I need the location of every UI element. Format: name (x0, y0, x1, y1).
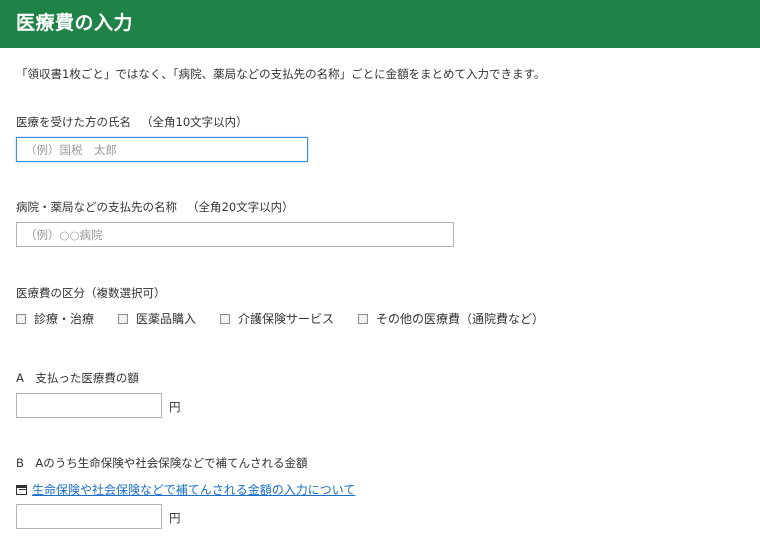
checkbox-label: 介護保険サービス (238, 312, 335, 326)
intro-text: 「領収書1枚ごと」ではなく、「病院、薬局などの支払先の名称」ごとに金額をまとめて… (16, 67, 546, 81)
checkbox-label: 診療・治療 (34, 312, 95, 326)
category-checkbox-group: 診療・治療 医薬品購入 介護保険サービス その他の医療費（通院費など） (16, 310, 544, 327)
checkbox-box[interactable] (358, 313, 369, 324)
page-header: 医療費の入力 (0, 0, 760, 48)
checkbox-label: その他の医療費（通院費など） (376, 312, 545, 326)
patient-name-note: （全角10文字以内） (141, 115, 248, 129)
payee-name-note: （全角20文字以内） (187, 200, 294, 214)
category-label: 医療費の区分（複数選択可） (16, 286, 166, 300)
amount-b-input[interactable] (16, 504, 162, 529)
checkbox-medicine-purchase[interactable]: 医薬品購入 (118, 310, 196, 327)
page-title: 医療費の入力 (16, 12, 134, 34)
checkbox-nursing-care-service[interactable]: 介護保険サービス (220, 310, 334, 327)
patient-name-label-text: 医療を受けた方の氏名 (16, 115, 131, 129)
payee-name-label: 病院・薬局などの支払先の名称 （全角20文字以内） (16, 199, 294, 215)
insurance-info-link[interactable]: 生命保険や社会保険などで補てんされる金額の入力について (32, 481, 355, 498)
checkbox-box[interactable] (220, 313, 231, 324)
insurance-info-link-row: 生命保険や社会保険などで補てんされる金額の入力について (16, 481, 355, 498)
amount-a-unit: 円 (169, 400, 181, 414)
checkbox-medical-treatment[interactable]: 診療・治療 (16, 310, 94, 327)
patient-name-input[interactable] (16, 137, 308, 162)
payee-name-input[interactable] (16, 222, 454, 247)
patient-name-label: 医療を受けた方の氏名 （全角10文字以内） (16, 114, 248, 130)
checkbox-other-medical[interactable]: その他の医療費（通院費など） (358, 310, 544, 327)
amount-a-input[interactable] (16, 393, 162, 418)
checkbox-box[interactable] (118, 313, 129, 324)
checkbox-box[interactable] (16, 313, 26, 324)
amount-b-unit: 円 (169, 511, 181, 525)
amount-a-label: A 支払った医療費の額 (16, 371, 139, 385)
checkbox-label: 医薬品購入 (136, 312, 197, 326)
payee-name-label-text: 病院・薬局などの支払先の名称 (16, 200, 177, 214)
new-window-icon (16, 484, 27, 495)
amount-b-label: B Aのうち生命保険や社会保険などで補てんされる金額 (16, 456, 308, 470)
